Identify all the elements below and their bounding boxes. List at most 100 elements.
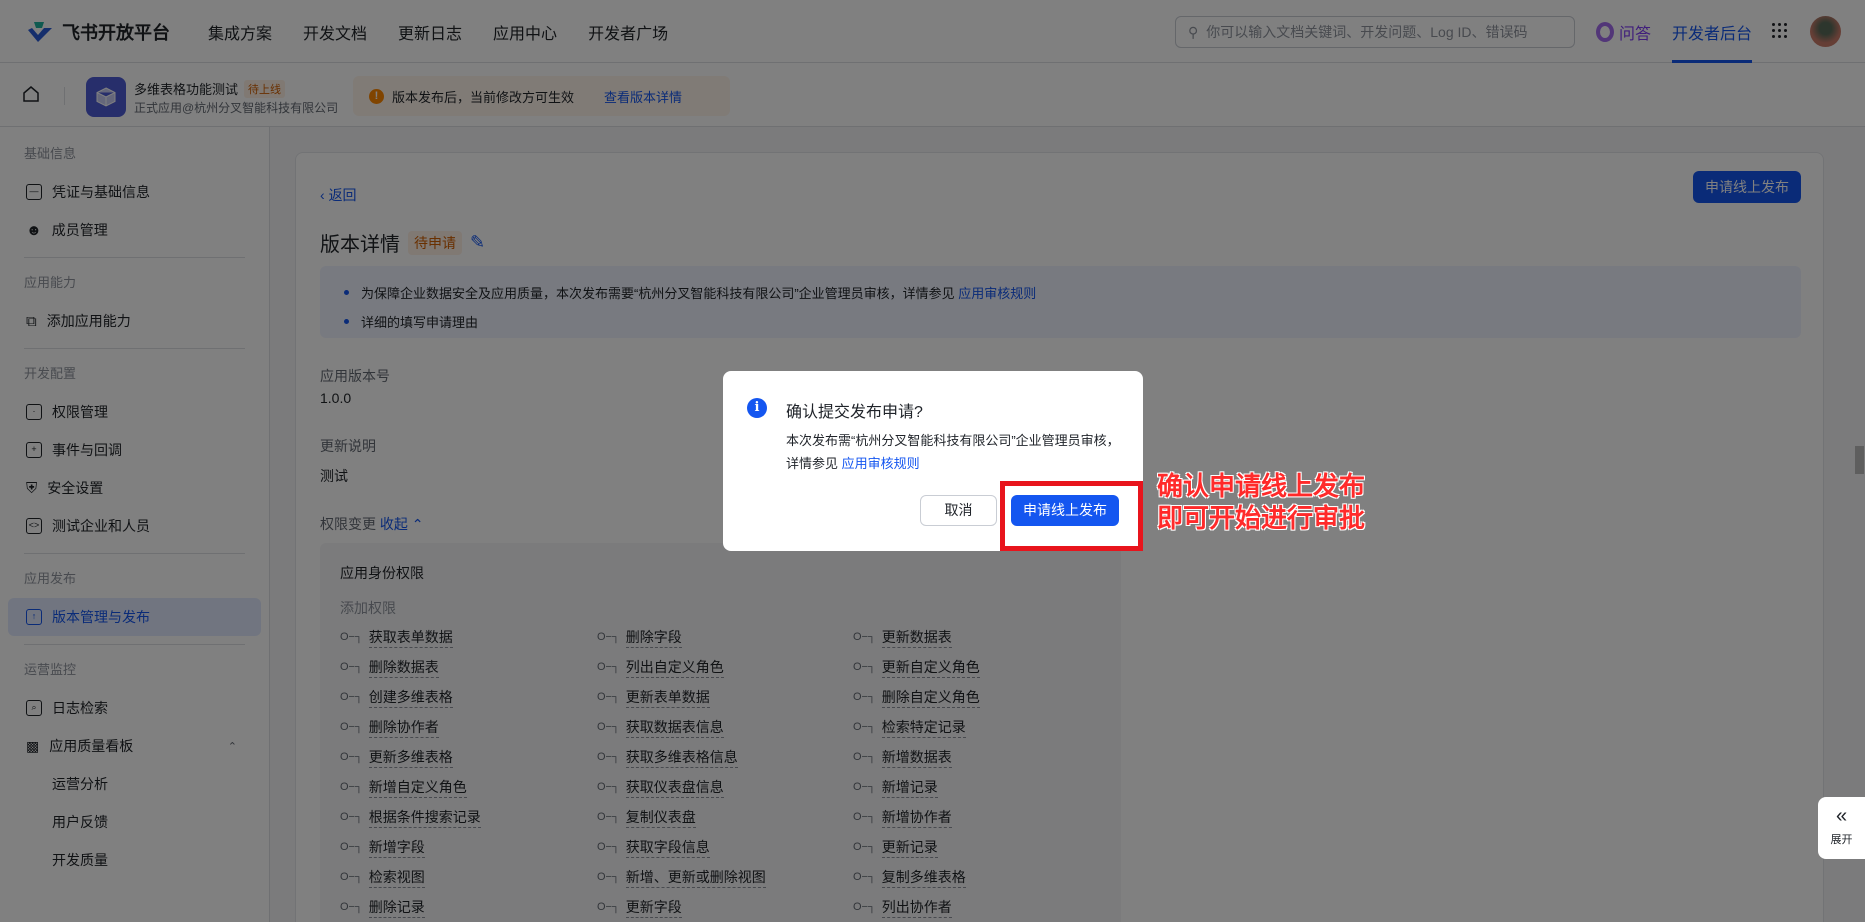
bullet-icon bbox=[344, 319, 349, 324]
permission-item[interactable]: O−┐ 根据条件搜索记录 bbox=[340, 807, 597, 828]
edit-icon[interactable]: ✎ bbox=[470, 232, 485, 253]
permission-name: 删除数据表 bbox=[368, 657, 439, 678]
permission-item[interactable]: O−┐ 新增、更新或删除视图 bbox=[597, 867, 853, 888]
nav-app-center[interactable]: 应用中心 bbox=[493, 20, 557, 44]
search-placeholder: 你可以输入文档关键词、开发问题、Log ID、错误码 bbox=[1206, 24, 1528, 40]
key-icon: O−┐ bbox=[597, 871, 620, 883]
permission-item[interactable]: O−┐ 列出协作者 bbox=[853, 897, 1109, 918]
permission-item[interactable]: O−┐ 更新数据表 bbox=[853, 627, 1109, 648]
confirm-publish-button[interactable]: 申请线上发布 bbox=[1011, 495, 1119, 526]
search-input[interactable]: ⚲ 你可以输入文档关键词、开发问题、Log ID、错误码 bbox=[1175, 16, 1575, 48]
permission-item[interactable]: O−┐ 获取字段信息 bbox=[597, 837, 853, 858]
permission-item[interactable]: O−┐ 创建多维表格 bbox=[340, 687, 597, 708]
permission-item[interactable]: O−┐ 复制仪表盘 bbox=[597, 807, 853, 828]
nav-changelog[interactable]: 更新日志 bbox=[398, 20, 462, 44]
permission-item[interactable]: O−┐ 删除字段 bbox=[597, 627, 853, 648]
apps-grid-icon[interactable] bbox=[1772, 23, 1788, 39]
permission-item[interactable]: O−┐ 新增数据表 bbox=[853, 747, 1109, 768]
permission-item[interactable]: O−┐ 更新多维表格 bbox=[340, 747, 597, 768]
main-nav: 集成方案 开发文档 更新日志 应用中心 开发者广场 bbox=[208, 20, 699, 44]
key-icon: O−┐ bbox=[853, 841, 876, 853]
sidebar-item-test-tenants[interactable]: <> 测试企业和人员 bbox=[0, 507, 261, 545]
key-icon: O−┐ bbox=[853, 691, 876, 703]
brand-logo[interactable]: 飞书开放平台 bbox=[26, 19, 170, 45]
permission-name: 获取数据表信息 bbox=[625, 717, 724, 738]
notes-value: 测试 bbox=[320, 468, 348, 484]
nav-docs[interactable]: 开发文档 bbox=[303, 20, 367, 44]
permission-item[interactable]: O−┐ 检索特定记录 bbox=[853, 717, 1109, 738]
key-icon: O−┐ bbox=[340, 751, 363, 763]
permission-item[interactable]: O−┐ 获取多维表格信息 bbox=[597, 747, 853, 768]
permission-item[interactable]: O−┐ 删除协作者 bbox=[340, 717, 597, 738]
permission-item[interactable]: O−┐ 新增自定义角色 bbox=[340, 777, 597, 798]
review-rules-link[interactable]: 应用审核规则 bbox=[842, 456, 920, 471]
nav-dev-square[interactable]: 开发者广场 bbox=[588, 20, 668, 44]
permission-item[interactable]: O−┐ 更新表单数据 bbox=[597, 687, 853, 708]
sidebar-item-credentials[interactable]: — 凭证与基础信息 bbox=[0, 173, 261, 211]
expand-panel-button[interactable]: « 展开 bbox=[1818, 797, 1865, 859]
sidebar-subitem-ops-analysis[interactable]: 运营分析 bbox=[0, 765, 261, 803]
permission-item[interactable]: O−┐ 删除自定义角色 bbox=[853, 687, 1109, 708]
permission-item[interactable]: O−┐ 复制多维表格 bbox=[853, 867, 1109, 888]
nav-solutions[interactable]: 集成方案 bbox=[208, 20, 272, 44]
sidebar-item-permissions[interactable]: · 权限管理 bbox=[0, 393, 261, 431]
sidebar-item-security[interactable]: ⛨ 安全设置 bbox=[0, 469, 261, 507]
app-bar: 多维表格功能测试 待上线 正式应用@杭州分叉智能科技有限公司 ! 版本发布后，当前… bbox=[0, 63, 1865, 127]
sidebar-subitem-feedback[interactable]: 用户反馈 bbox=[0, 803, 261, 841]
permission-panel: 应用身份权限 添加权限 O−┐ 获取表单数据 O−┐ 删除字段 O−┐ 更新数据表 O−┐ 删… bbox=[320, 543, 1121, 922]
key-icon: O−┐ bbox=[597, 751, 620, 763]
permission-item[interactable]: O−┐ 获取表单数据 bbox=[340, 627, 597, 648]
app-name-text: 多维表格功能测试 bbox=[134, 82, 239, 97]
key-icon: O−┐ bbox=[597, 631, 620, 643]
permission-name: 删除字段 bbox=[625, 627, 682, 648]
permission-item[interactable]: O−┐ 新增协作者 bbox=[853, 807, 1109, 828]
collapse-toggle[interactable]: 收起 ⌃ bbox=[380, 516, 424, 532]
permission-name: 更新自定义角色 bbox=[881, 657, 980, 678]
view-version-link[interactable]: 查看版本详情 bbox=[604, 87, 682, 106]
permission-item[interactable]: O−┐ 列出自定义角色 bbox=[597, 657, 853, 678]
permission-item[interactable]: O−┐ 更新字段 bbox=[597, 897, 853, 918]
home-icon[interactable] bbox=[22, 85, 40, 103]
key-icon: O−┐ bbox=[597, 661, 620, 673]
permission-item[interactable]: O−┐ 更新记录 bbox=[853, 837, 1109, 858]
back-link[interactable]: ‹ 返回 bbox=[320, 185, 357, 205]
permission-item[interactable]: O−┐ 删除记录 bbox=[340, 897, 597, 918]
shield-icon: ⛨ bbox=[26, 479, 38, 497]
divider bbox=[24, 257, 245, 258]
back-label: 返回 bbox=[328, 187, 357, 203]
divider bbox=[24, 553, 245, 554]
qa-button[interactable]: 问答 bbox=[1596, 20, 1651, 44]
key-icon: O−┐ bbox=[853, 901, 876, 913]
key-icon: O−┐ bbox=[853, 781, 876, 793]
sidebar-item-quality-board[interactable]: ▩ 应用质量看板 ⌃ bbox=[0, 727, 261, 765]
info-text: 详细的填写申请理由 bbox=[361, 315, 479, 330]
apply-publish-button[interactable]: 申请线上发布 bbox=[1693, 171, 1801, 203]
permission-item[interactable]: O−┐ 检索视图 bbox=[340, 867, 597, 888]
permission-item[interactable]: O−┐ 删除数据表 bbox=[340, 657, 597, 678]
avatar[interactable] bbox=[1810, 16, 1841, 47]
sidebar-item-members[interactable]: ☻ 成员管理 bbox=[0, 211, 261, 249]
scrollbar[interactable] bbox=[1855, 446, 1864, 474]
permission-item[interactable]: O−┐ 新增记录 bbox=[853, 777, 1109, 798]
permission-name: 新增字段 bbox=[368, 837, 425, 858]
permission-item[interactable]: O−┐ 获取仪表盘信息 bbox=[597, 777, 853, 798]
permission-item[interactable]: O−┐ 新增字段 bbox=[340, 837, 597, 858]
permission-name: 复制多维表格 bbox=[881, 867, 966, 888]
key-icon: O−┐ bbox=[853, 871, 876, 883]
sidebar-item-log-search[interactable]: ⌕ 日志检索 bbox=[0, 689, 261, 727]
dev-console-link[interactable]: 开发者后台 bbox=[1672, 20, 1752, 44]
cancel-button[interactable]: 取消 bbox=[920, 495, 997, 526]
warning-icon: ! bbox=[369, 88, 384, 104]
permission-name: 获取仪表盘信息 bbox=[625, 777, 724, 798]
permission-item[interactable]: O−┐ 更新自定义角色 bbox=[853, 657, 1109, 678]
sidebar-item-version-release[interactable]: ↑ 版本管理与发布 bbox=[8, 598, 261, 636]
chevron-up-icon[interactable]: ⌃ bbox=[228, 740, 237, 753]
permission-item[interactable]: O−┐ 获取数据表信息 bbox=[597, 717, 853, 738]
status-badge: 待申请 bbox=[408, 230, 462, 255]
feishu-logo-icon bbox=[28, 22, 52, 42]
sidebar-item-label: 成员管理 bbox=[51, 222, 108, 238]
sidebar-item-add-capability[interactable]: ⧉ 添加应用能力 bbox=[0, 302, 261, 340]
sidebar-item-events[interactable]: + 事件与回调 bbox=[0, 431, 261, 469]
review-rules-link[interactable]: 应用审核规则 bbox=[958, 286, 1036, 301]
sidebar-subitem-dev-quality[interactable]: 开发质量 bbox=[0, 841, 261, 879]
